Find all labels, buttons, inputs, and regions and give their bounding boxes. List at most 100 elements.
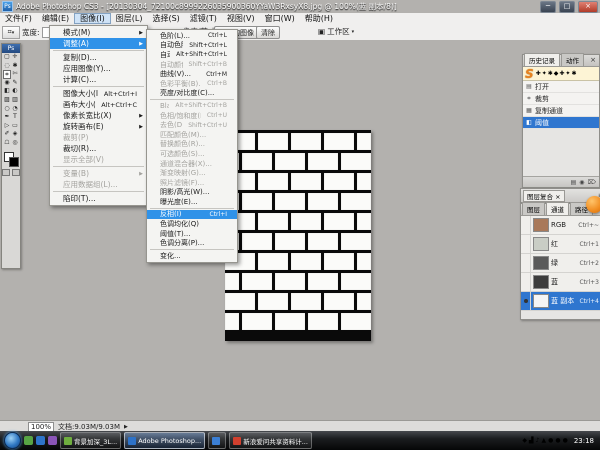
history-state-row[interactable]: ◧ 阈值 xyxy=(523,117,599,129)
image-menu-item[interactable]: 模式(M) ▶ xyxy=(50,27,147,38)
image-menu-item[interactable]: 旋转画布(E) ▶ xyxy=(50,121,147,132)
blur-tool[interactable]: ○ xyxy=(3,105,11,114)
image-menu-item[interactable]: 图像大小(I)... Alt+Ctrl+I ▶ xyxy=(50,88,147,99)
tray-icon[interactable]: ♪ xyxy=(536,438,540,444)
move-tool[interactable]: ✛ xyxy=(11,53,19,62)
close-button[interactable]: × xyxy=(578,1,598,13)
new-snapshot-icon[interactable]: ◉ xyxy=(579,179,584,186)
adjustments-submenu-item[interactable]: 渐变映射(G)... ▶ xyxy=(147,168,237,178)
background-color-swatch[interactable] xyxy=(9,157,19,167)
image-menu-item[interactable]: 裁剪(P) ▶ xyxy=(50,132,147,143)
visibility-toggle[interactable] xyxy=(521,216,531,234)
menu-window[interactable]: 窗口(W) xyxy=(260,13,300,24)
menu-layer[interactable]: 图层(L) xyxy=(111,13,148,24)
image-menu-item[interactable]: 复制(D)... ▶ xyxy=(50,52,147,63)
channel-row[interactable]: RGB Ctrl+~ xyxy=(521,216,600,235)
notes-tool[interactable]: ✐ xyxy=(3,130,11,139)
menu-filter[interactable]: 滤镜(T) xyxy=(185,13,222,24)
adjustments-submenu-item[interactable]: 通道混合器(X)... ▶ xyxy=(147,159,237,169)
layer-comps-tab[interactable]: 图层复合 × xyxy=(523,190,565,202)
tool-preset-picker[interactable]: ⌗ ▾ xyxy=(2,26,20,39)
menu-image[interactable]: 图像(I) xyxy=(74,13,111,24)
menu-select[interactable]: 选择(S) xyxy=(147,13,184,24)
adjustments-submenu-item[interactable]: 匹配颜色(M)... ▶ xyxy=(147,130,237,140)
tray-icon[interactable]: ▟ xyxy=(529,438,534,444)
chevron-down-icon[interactable]: ▾ xyxy=(352,29,355,35)
magic-wand-tool[interactable]: ✱ xyxy=(11,62,19,71)
panel-tab[interactable]: 动作 xyxy=(561,53,584,66)
quick-launch-icon[interactable] xyxy=(48,436,57,445)
delete-state-icon[interactable]: ⌦ xyxy=(588,179,596,186)
panel-tab[interactable]: 图层 xyxy=(522,202,545,215)
status-options-arrow-icon[interactable]: ▶ xyxy=(124,424,128,430)
taskbar-window-button[interactable]: Adobe Photoshop... xyxy=(124,432,205,449)
history-state-row[interactable]: ▤ 打开 xyxy=(523,81,599,93)
adjustments-submenu-item[interactable]: 照片滤镜(F)... ▶ xyxy=(147,178,237,188)
panel-tab[interactable]: 历史记录 xyxy=(524,53,560,66)
adjustments-submenu-item[interactable]: 色阶(L)... Ctrl+L ▶ xyxy=(147,31,237,41)
shape-tool[interactable]: ▭ xyxy=(11,122,19,131)
tray-icon[interactable]: ◆ xyxy=(522,438,527,444)
tray-icon[interactable]: ● xyxy=(555,438,560,444)
adjustments-submenu-item[interactable]: 色彩平衡(B)... Ctrl+B ▶ xyxy=(147,79,237,89)
adjustments-submenu-item[interactable]: 亮度/对比度(C)... ▶ xyxy=(147,89,237,99)
new-document-from-state-icon[interactable]: ▤ xyxy=(571,179,577,186)
taskbar-window-button[interactable]: 新浪爱问共享资料计... xyxy=(229,432,312,449)
tray-icon[interactable]: ▲ xyxy=(541,438,546,444)
image-menu-item[interactable]: 像素长宽比(X) ▶ xyxy=(50,110,147,121)
panel-close-icon[interactable]: × xyxy=(555,193,560,201)
hand-tool[interactable]: ☖ xyxy=(3,139,11,148)
workspace-button[interactable]: 工作区 xyxy=(327,26,350,37)
quick-launch-icon[interactable] xyxy=(36,436,45,445)
visibility-toggle[interactable] xyxy=(521,254,531,272)
image-menu-item[interactable]: 变量(B) ▶ xyxy=(50,168,147,179)
panel-tab[interactable]: 通道 xyxy=(546,202,569,215)
tray-icon[interactable]: ● xyxy=(563,438,568,444)
menu-edit[interactable]: 编辑(E) xyxy=(37,13,74,24)
adjustments-submenu-item[interactable]: 曝光度(E)... ▶ xyxy=(147,197,237,207)
tray-icon[interactable]: ● xyxy=(548,438,553,444)
slice-tool[interactable]: ✄ xyxy=(11,70,19,79)
visibility-toggle[interactable] xyxy=(521,273,531,291)
image-menu-item[interactable]: 陷印(T)... ▶ xyxy=(50,193,147,204)
image-menu-item[interactable]: 计算(C)... ▶ xyxy=(50,74,147,85)
image-menu-item[interactable]: 画布大小(S)... Alt+Ctrl+C ▶ xyxy=(50,99,147,110)
taskbar-window-button[interactable]: 背景加深_3L... xyxy=(60,432,121,449)
dodge-tool[interactable]: ◔ xyxy=(11,105,19,114)
history-state-row[interactable]: ⌗ 裁剪 xyxy=(523,93,599,105)
channel-row[interactable]: 绿 Ctrl+2 xyxy=(521,254,600,273)
adjustments-submenu-item[interactable]: 自动色阶(A) Shift+Ctrl+L ▶ xyxy=(147,41,237,51)
adjustments-submenu-item[interactable]: 阴影/高光(W)... ▶ xyxy=(147,188,237,198)
path-selection-tool[interactable]: ▷ xyxy=(3,122,11,131)
adjustments-submenu-item[interactable]: Black & White... Alt+Shift+Ctrl+B ▶ xyxy=(147,101,237,111)
image-menu-item[interactable]: 调整(A) ▶ xyxy=(50,38,147,49)
zoom-level-field[interactable]: 100% xyxy=(28,422,54,432)
lasso-tool[interactable]: ◌ xyxy=(3,62,11,71)
photoshop-logo[interactable]: Ps xyxy=(2,44,20,53)
adjustments-submenu-item[interactable]: 色调分离(P)... ▶ xyxy=(147,238,237,248)
clear-button[interactable]: 清除 xyxy=(256,26,280,39)
snapshot-row[interactable]: S ✚ ✦ ✱ ◆ ✚ ✦ ✱ xyxy=(523,67,599,81)
adjustments-submenu-item[interactable]: 色调均化(Q) ▶ xyxy=(147,219,237,229)
image-menu-item[interactable]: 应用数据组(L)... ▶ xyxy=(50,179,147,190)
type-tool[interactable]: T xyxy=(11,113,19,122)
menu-file[interactable]: 文件(F) xyxy=(0,13,37,24)
healing-brush-tool[interactable]: ◉ xyxy=(3,79,11,88)
quick-mask-button[interactable] xyxy=(2,169,10,176)
adjustments-submenu-item[interactable]: 反相(I) Ctrl+I ▶ xyxy=(147,210,237,220)
brush-tool[interactable]: ✎ xyxy=(11,79,19,88)
eraser-tool[interactable]: ▨ xyxy=(3,96,11,105)
taskbar-clock[interactable]: 23:18 xyxy=(574,437,594,445)
menu-help[interactable]: 帮助(H) xyxy=(300,13,338,24)
history-brush-tool[interactable]: ◐ xyxy=(11,87,19,96)
adjustments-submenu-item[interactable]: 自动对比度(U) Alt+Shift+Ctrl+L ▶ xyxy=(147,50,237,60)
screen-mode-button[interactable] xyxy=(12,169,20,176)
quick-launch-icon[interactable] xyxy=(24,436,33,445)
taskbar-window-button[interactable] xyxy=(208,432,226,449)
channel-row[interactable]: 蓝 Ctrl+3 xyxy=(521,273,600,292)
adjustments-submenu-item[interactable]: 替换颜色(R)... ▶ xyxy=(147,140,237,150)
adjustments-submenu-item[interactable]: 变化... ▶ xyxy=(147,251,237,261)
eyedropper-tool[interactable]: ◈ xyxy=(11,130,19,139)
pen-tool[interactable]: ✒ xyxy=(3,113,11,122)
visibility-toggle[interactable] xyxy=(521,235,531,253)
